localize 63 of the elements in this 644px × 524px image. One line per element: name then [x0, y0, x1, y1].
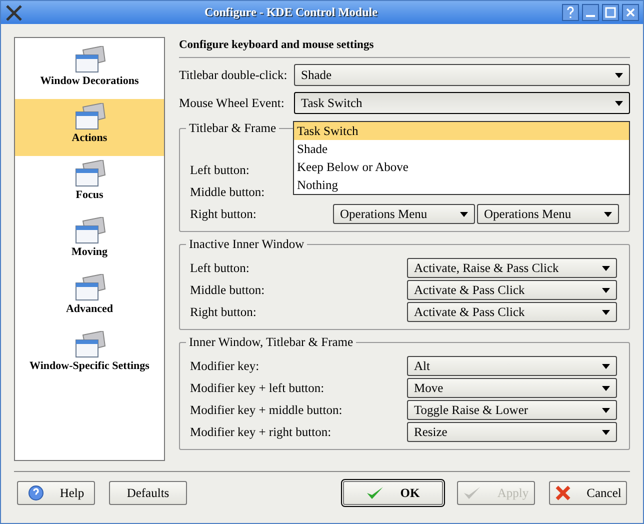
- dropdown-arrow-icon: [602, 430, 610, 434]
- dropdown[interactable]: Activate, Raise & Pass Click: [407, 258, 617, 278]
- field-label: Modifier key + middle button:: [190, 402, 342, 418]
- dropdown-arrow-icon: [602, 408, 610, 412]
- setting-label: Titlebar double-click:: [179, 68, 288, 82]
- dropdown-option[interactable]: Task Switch: [294, 122, 629, 140]
- window-icon: [74, 217, 106, 245]
- window-icon: [74, 274, 106, 302]
- ok-button[interactable]: OK: [343, 481, 443, 505]
- defaults-button[interactable]: Defaults: [109, 481, 187, 505]
- dropdown[interactable]: Move: [407, 378, 617, 398]
- field-label: Middle button:: [190, 184, 265, 200]
- dropdown[interactable]: Alt: [407, 356, 617, 376]
- sidebar-item[interactable]: Window-Specific Settings: [15, 327, 164, 384]
- setting-label: Mouse Wheel Event:: [179, 96, 284, 110]
- sidebar-item[interactable]: Focus: [15, 156, 164, 213]
- close-icon[interactable]: [622, 4, 639, 21]
- help-icon: [28, 485, 44, 501]
- window-icon: [74, 103, 106, 131]
- dropdown-arrow-icon: [615, 72, 623, 78]
- window-icon: [74, 46, 106, 74]
- sidebar-item[interactable]: Advanced: [15, 270, 164, 327]
- sidebar-item[interactable]: Actions: [15, 99, 164, 156]
- dropdown-arrow-icon: [460, 212, 468, 216]
- field-label: Modifier key:: [190, 358, 260, 374]
- cancel-button[interactable]: Cancel: [549, 481, 627, 505]
- maximize-icon[interactable]: [602, 4, 619, 21]
- window-title: Configure - KDE Control Module: [204, 5, 378, 20]
- dropdown[interactable]: Operations Menu: [477, 204, 619, 224]
- field-label: Right button:: [190, 206, 256, 222]
- dropdown-arrow-icon: [602, 386, 610, 390]
- dropdown[interactable]: Resize: [407, 422, 617, 442]
- checkmark-icon: [463, 486, 482, 500]
- sidebar-item[interactable]: Moving: [15, 213, 164, 270]
- group-title: Inner Window, Titlebar & Frame: [186, 335, 356, 350]
- help-button[interactable]: Help: [17, 481, 95, 505]
- field-label: Modifier key + right button:: [190, 424, 332, 440]
- window-icon: [74, 331, 106, 359]
- help-icon[interactable]: [562, 4, 579, 21]
- field-label: Left button:: [190, 260, 250, 276]
- app-icon: [5, 4, 23, 22]
- minimize-icon[interactable]: [582, 4, 599, 21]
- field-label: Modifier key + left button:: [190, 380, 324, 396]
- dropdown-arrow-icon: [602, 266, 610, 270]
- dropdown-arrow-icon: [604, 212, 612, 216]
- dropdown[interactable]: Task Switch: [294, 92, 630, 114]
- field-label: Middle button:: [190, 282, 265, 298]
- dropdown[interactable]: Activate & Pass Click: [407, 302, 617, 322]
- field-label: Left button:: [190, 162, 250, 178]
- dropdown[interactable]: Shade: [294, 64, 630, 86]
- page-heading: Configure keyboard and mouse settings: [179, 37, 630, 58]
- window-icon: [74, 160, 106, 188]
- dropdown[interactable]: Toggle Raise & Lower: [407, 400, 617, 420]
- dropdown-arrow-icon: [602, 364, 610, 368]
- dropdown[interactable]: Operations Menu: [333, 204, 475, 224]
- cancel-icon: [554, 485, 571, 501]
- field-label: Right button:: [190, 304, 256, 320]
- dropdown[interactable]: Activate & Pass Click: [407, 280, 617, 300]
- dropdown-arrow-icon: [602, 310, 610, 314]
- dropdown-arrow-icon: [602, 288, 610, 292]
- checkmark-icon: [366, 486, 384, 500]
- dropdown-arrow-icon: [615, 100, 623, 106]
- sidebar-item[interactable]: Window Decorations: [15, 42, 164, 99]
